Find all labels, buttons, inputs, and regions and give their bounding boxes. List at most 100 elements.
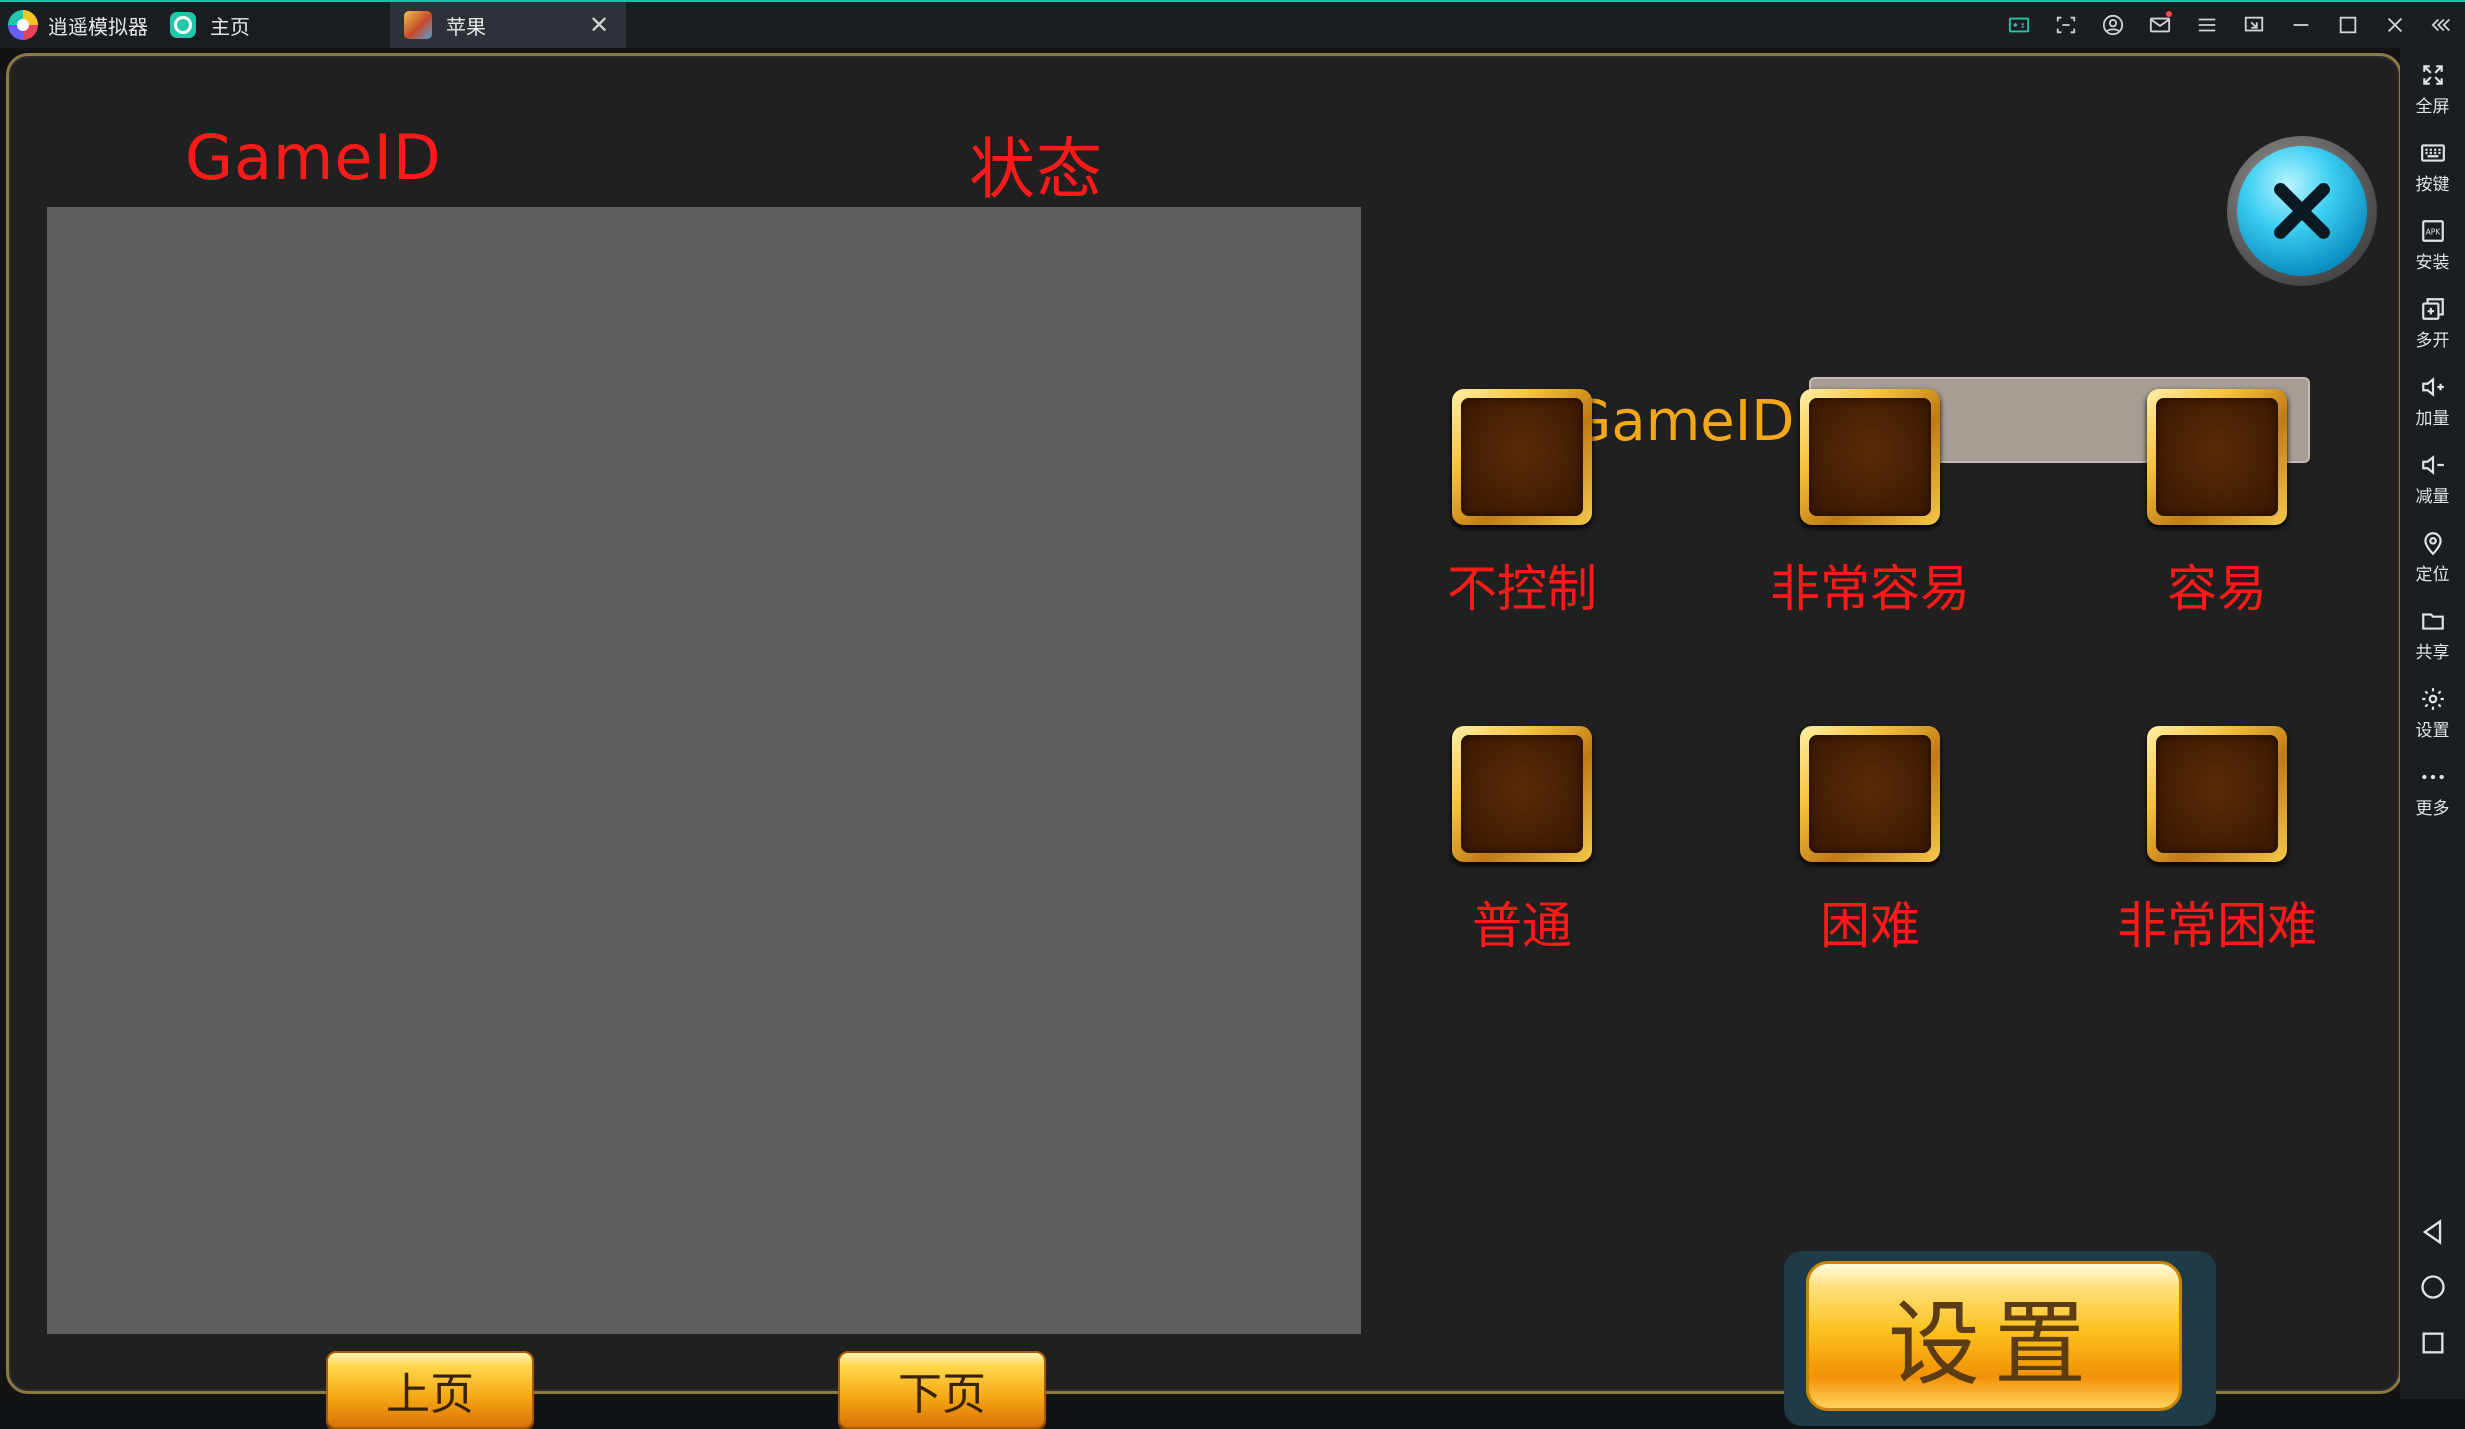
tab-game-label: 苹果: [446, 14, 486, 39]
user-icon: [2102, 14, 2123, 36]
gameid-list[interactable]: [47, 207, 1361, 1334]
set-button[interactable]: 设置: [1806, 1261, 2182, 1411]
option-checkbox-fill: [1461, 735, 1583, 853]
keyboard-mapping-button[interactable]: [1995, 2, 2042, 48]
close-window-button[interactable]: [2371, 2, 2418, 48]
sidebar-item-label: 更多: [2415, 798, 2450, 819]
game-viewport: GameID 状态 上页 下页 控制GameID: 不控制 非常容易 容易 普通: [0, 48, 2402, 1429]
option-hard[interactable]: 困难: [1750, 726, 1990, 958]
nav-home-button[interactable]: [2400, 1262, 2465, 1312]
sidebar-item-more[interactable]: 更多: [2400, 756, 2465, 826]
sidebar-item-label: 按键: [2415, 174, 2450, 195]
volume-up-icon: [2421, 376, 2444, 397]
sidebar-item-multi[interactable]: 多开: [2400, 288, 2465, 358]
control-panel: GameID 状态 上页 下页 控制GameID: 不控制 非常容易 容易 普通: [6, 53, 2402, 1429]
account-button[interactable]: [2089, 2, 2136, 48]
location-pin-icon: [2423, 531, 2442, 555]
title-bar: 逍遥模拟器 主页 苹果 ✕: [0, 0, 2465, 48]
sidebar-item-share[interactable]: 共享: [2400, 600, 2465, 670]
option-checkbox[interactable]: [1800, 726, 1940, 862]
option-label: 容易: [2167, 560, 2267, 618]
sidebar-item-volume-up[interactable]: 加量: [2400, 366, 2465, 436]
sidebar-item-label: 减量: [2415, 486, 2450, 507]
option-checkbox[interactable]: [1800, 389, 1940, 525]
app-logo-icon: [8, 10, 38, 40]
gear-icon: [2421, 687, 2444, 710]
sidebar-item-label: 多开: [2415, 330, 2450, 351]
close-x-icon: [2274, 183, 2330, 239]
option-checkbox[interactable]: [1452, 726, 1592, 862]
sidebar-item-fullscreen[interactable]: 全屏: [2400, 54, 2465, 124]
tab-home[interactable]: 主页: [156, 2, 386, 48]
option-no-control[interactable]: 不控制: [1402, 389, 1642, 621]
minimize-button[interactable]: [2277, 2, 2324, 48]
sidebar-item-install[interactable]: APK 安装: [2400, 210, 2465, 280]
option-label: 不控制: [1447, 560, 1597, 618]
sidebar-item-settings[interactable]: 设置: [2400, 678, 2465, 748]
mail-icon: [2149, 17, 2170, 33]
option-very-easy[interactable]: 非常容易: [1750, 389, 1990, 621]
double-chevron-left-icon: [2431, 18, 2450, 32]
sidebar-item-volume-down[interactable]: 减量: [2400, 444, 2465, 514]
option-label: 困难: [1820, 897, 1920, 955]
menu-button[interactable]: [2183, 2, 2230, 48]
app-name: 逍遥模拟器: [48, 14, 148, 39]
option-easy[interactable]: 容易: [2097, 389, 2337, 621]
messages-button[interactable]: [2136, 2, 2183, 48]
maximize-icon: [2339, 16, 2356, 34]
back-triangle-icon: [2422, 1219, 2441, 1245]
option-label: 普通: [1472, 897, 1572, 955]
set-button-frame: 设置: [1784, 1251, 2216, 1426]
recents-square-icon: [2422, 1332, 2443, 1354]
sidebar-item-keymap[interactable]: 按键: [2400, 132, 2465, 202]
option-checkbox[interactable]: [2147, 726, 2287, 862]
notification-dot: [2166, 11, 2172, 17]
apk-install-icon: APK: [2421, 219, 2444, 242]
nav-recents-button[interactable]: [2400, 1318, 2465, 1368]
sidebar-item-label: 安装: [2415, 252, 2450, 273]
option-checkbox[interactable]: [1452, 389, 1592, 525]
collapse-sidebar-button[interactable]: [2418, 2, 2465, 48]
screenshot-button[interactable]: [2042, 2, 2089, 48]
close-panel-button[interactable]: [2227, 136, 2377, 286]
close-panel-ring: [2237, 146, 2367, 276]
option-label: 非常困难: [2117, 897, 2317, 955]
sidebar-item-label: 加量: [2415, 408, 2450, 429]
maximize-button[interactable]: [2324, 2, 2371, 48]
sidebar-item-label: 共享: [2415, 642, 2450, 663]
mini-mode-icon: [2244, 16, 2263, 32]
folder-icon: [2421, 612, 2444, 630]
header-gameid: GameID: [185, 121, 442, 194]
prev-page-button[interactable]: 上页: [326, 1351, 534, 1429]
option-normal[interactable]: 普通: [1402, 726, 1642, 958]
option-checkbox-fill: [1809, 735, 1931, 853]
keyboard-icon: [2420, 143, 2445, 162]
home-circle-icon: [2420, 1275, 2445, 1299]
option-checkbox[interactable]: [2147, 389, 2287, 525]
sidebar-item-label: 定位: [2415, 564, 2450, 585]
option-checkbox-fill: [2156, 735, 2278, 853]
keyboard-mapping-icon: [2008, 17, 2029, 33]
mini-mode-button[interactable]: [2230, 2, 2277, 48]
window-controls: [1995, 2, 2465, 48]
tab-home-label: 主页: [210, 14, 250, 39]
close-icon: [2387, 17, 2402, 33]
tab-close-icon[interactable]: ✕: [586, 12, 612, 38]
more-dots-icon: [2421, 774, 2444, 779]
home-app-icon: [170, 12, 196, 38]
option-checkbox-fill: [2156, 398, 2278, 516]
fullscreen-icon: [2422, 64, 2443, 85]
option-very-hard[interactable]: 非常困难: [2097, 726, 2337, 958]
next-page-button[interactable]: 下页: [838, 1351, 1046, 1429]
option-checkbox-fill: [1461, 398, 1583, 516]
menu-icon: [2198, 18, 2215, 32]
svg-text:APK: APK: [2425, 227, 2441, 236]
nav-back-button[interactable]: [2400, 1207, 2465, 1257]
volume-down-icon: [2421, 454, 2444, 475]
header-status: 状态: [969, 131, 1103, 208]
option-checkbox-fill: [1809, 398, 1931, 516]
app-brand: 逍遥模拟器: [0, 2, 160, 48]
sidebar-item-location[interactable]: 定位: [2400, 522, 2465, 592]
tab-game[interactable]: 苹果 ✕: [390, 2, 626, 48]
screenshot-icon: [2056, 16, 2075, 34]
